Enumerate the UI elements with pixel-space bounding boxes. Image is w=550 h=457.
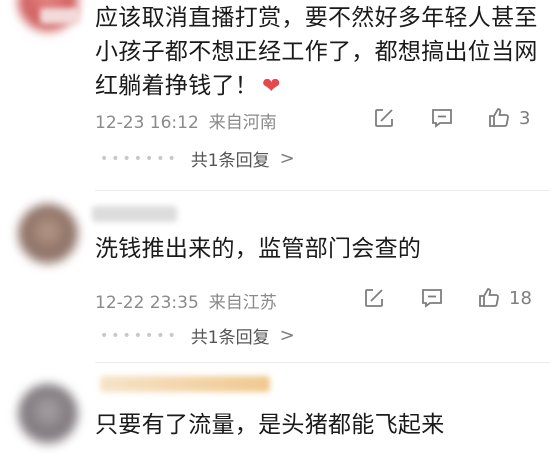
comment-text: 应该取消直播打赏，要不然好多年轻人甚至小孩子都不想正经工作了，都想搞出位当网红躺… bbox=[95, 1, 540, 104]
comment-text: 洗钱推出来的，监管部门会查的 bbox=[95, 232, 540, 266]
divider bbox=[95, 190, 550, 191]
share-button[interactable] bbox=[362, 286, 386, 310]
location: 来自河南 bbox=[208, 113, 277, 133]
reply-count: 共1条回复 bbox=[190, 328, 270, 348]
username-blurred[interactable] bbox=[40, 8, 80, 24]
avatar[interactable] bbox=[18, 384, 78, 444]
comment-meta: 12-22 23:35 来自江苏 bbox=[95, 288, 277, 313]
comment-icon bbox=[422, 289, 442, 308]
reply-dots: ••••••• bbox=[100, 150, 179, 167]
like-button[interactable]: 18 bbox=[477, 286, 532, 310]
share-icon bbox=[365, 289, 383, 307]
share-icon bbox=[375, 109, 393, 127]
timestamp: 12-23 16:12 bbox=[95, 113, 199, 133]
reply-dots: ••••••• bbox=[100, 327, 179, 344]
chevron-right-icon: > bbox=[279, 148, 295, 169]
comment-meta: 12-23 16:12 来自河南 bbox=[95, 108, 277, 133]
share-button[interactable] bbox=[372, 106, 396, 130]
comment-body: 应该取消直播打赏，要不然好多年轻人甚至小孩子都不想正经工作了，都想搞出位当网红躺… bbox=[95, 5, 538, 99]
like-button[interactable]: 3 bbox=[487, 106, 530, 130]
comment-body: 洗钱推出来的，监管部门会查的 bbox=[95, 236, 422, 262]
like-icon bbox=[479, 288, 499, 307]
comment-1: 应该取消直播打赏，要不然好多年轻人甚至小孩子都不想正经工作了，都想搞出位当网红躺… bbox=[0, 0, 550, 185]
view-replies[interactable]: ••••••• 共1条回复 > bbox=[100, 323, 295, 348]
username-blurred[interactable] bbox=[92, 206, 177, 222]
heart-emoji: ❤ bbox=[262, 74, 281, 99]
avatar[interactable] bbox=[18, 204, 78, 264]
comment-body: 只要有了流量，是头猪都能飞起来 bbox=[95, 412, 445, 438]
like-count: 3 bbox=[519, 107, 531, 129]
reply-count: 共1条回复 bbox=[190, 151, 270, 171]
like-icon bbox=[489, 108, 509, 127]
comment-button[interactable] bbox=[430, 106, 454, 130]
comment-2: 洗钱推出来的，监管部门会查的 12-22 23:35 来自江苏 18 ••••••… bbox=[0, 200, 550, 360]
view-replies[interactable]: ••••••• 共1条回复 > bbox=[100, 146, 295, 171]
location: 来自江苏 bbox=[208, 293, 277, 313]
comment-icon bbox=[432, 109, 452, 128]
divider bbox=[95, 362, 550, 363]
comment-button[interactable] bbox=[420, 286, 444, 310]
like-count: 18 bbox=[509, 287, 532, 309]
timestamp: 12-22 23:35 bbox=[95, 293, 199, 313]
comment-3: 只要有了流量，是头猪都能飞起来 bbox=[0, 370, 550, 457]
chevron-right-icon: > bbox=[279, 325, 295, 346]
username-blurred[interactable] bbox=[100, 376, 270, 392]
comment-text: 只要有了流量，是头猪都能飞起来 bbox=[95, 408, 540, 442]
